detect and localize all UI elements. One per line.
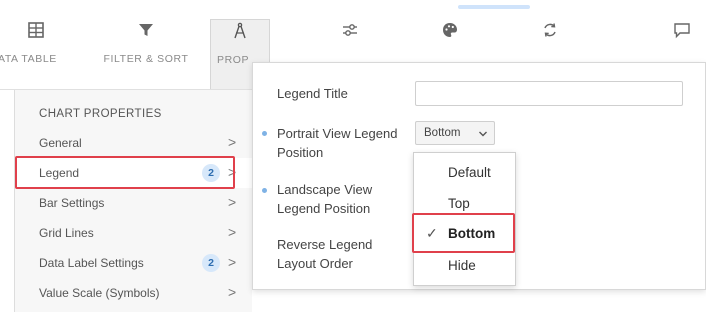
menu-item-value-scale[interactable]: Value Scale (Symbols) > (15, 278, 253, 308)
chevron-right-icon: > (228, 224, 237, 240)
menu-item-label: Data Label Settings (39, 256, 144, 270)
chevron-right-icon: > (228, 284, 237, 300)
portrait-legend-position-select[interactable]: Bottom (415, 121, 495, 145)
chart-properties-panel: CHART PROPERTIES General > Legend 2 > Ba… (14, 90, 253, 312)
count-badge: 2 (202, 254, 220, 272)
landscape-legend-position-label: Landscape View Legend Position (277, 182, 373, 216)
select-value: Bottom (424, 127, 461, 139)
modified-indicator-dot (262, 131, 267, 136)
menu-item-label: Grid Lines (39, 226, 94, 240)
legend-highlight-outline (15, 156, 235, 189)
chevron-right-icon: > (228, 134, 237, 150)
comment-icon (674, 23, 690, 39)
menu-item-data-label-settings[interactable]: Data Label Settings 2 > (15, 248, 253, 278)
reverse-legend-order-label: Reverse Legend Layout Order (277, 237, 373, 271)
option-label: Default (448, 165, 491, 180)
active-indicator (458, 5, 530, 9)
legend-title-input[interactable] (415, 81, 683, 106)
menu-item-label: Value Scale (Symbols) (39, 286, 160, 300)
tool-filter-sort[interactable]: FILTER & SORT (100, 20, 192, 90)
menu-item-grid-lines[interactable]: Grid Lines > (15, 218, 253, 248)
tool-label: FILTER & SORT (103, 53, 189, 65)
tool-label: ATA TABLE (0, 53, 57, 65)
menu-item-general[interactable]: General > (15, 128, 253, 158)
properties-icon (234, 22, 246, 39)
data-table-icon (28, 22, 44, 38)
option-label: Top (448, 196, 470, 211)
tool-data-table[interactable]: ATA TABLE (0, 20, 70, 90)
dropdown-option-default[interactable]: Default (414, 159, 515, 189)
sliders-icon (343, 24, 357, 36)
chevron-right-icon: > (228, 194, 237, 210)
bottom-option-highlight-outline (412, 213, 515, 253)
portrait-legend-position-label: Portrait View Legend Position (277, 126, 398, 160)
filter-icon (139, 24, 153, 36)
dropdown-option-hide[interactable]: Hide (414, 252, 515, 282)
menu-item-bar-settings[interactable]: Bar Settings > (15, 188, 253, 218)
panel-heading: CHART PROPERTIES (39, 108, 162, 120)
refresh-icon (544, 23, 556, 37)
chevron-down-icon (479, 131, 487, 137)
menu-item-label: Bar Settings (39, 196, 105, 210)
option-label: Hide (448, 258, 476, 273)
chart-editor: ATA TABLE FILTER & SORT PROP CHART PROPE… (0, 0, 706, 312)
palette-icon (443, 23, 457, 37)
chevron-right-icon: > (228, 254, 237, 270)
toolbar-top-edge (0, 0, 706, 6)
menu-item-label: General (39, 136, 82, 150)
modified-indicator-dot (262, 188, 267, 193)
legend-title-label: Legend Title (277, 86, 348, 101)
